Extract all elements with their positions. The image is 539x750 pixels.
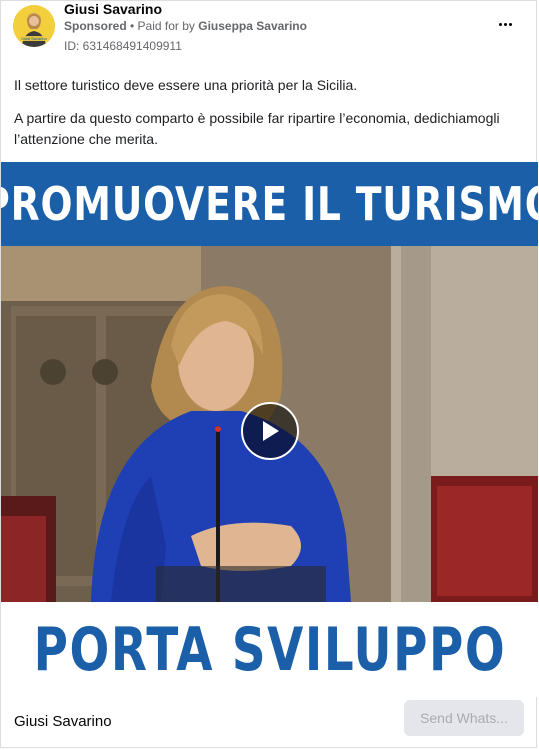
top-banner: PROMUOVERE IL TURISMO (1, 162, 538, 246)
sponsorship-line: Sponsored • Paid for by Giuseppa Savarin… (64, 19, 307, 33)
svg-text:Giusi Savarino: Giusi Savarino (21, 36, 48, 41)
avatar-image: Giusi Savarino (13, 5, 55, 47)
payer-name: Giuseppa Savarino (198, 19, 307, 33)
paid-for-by-label: Paid for by (137, 19, 199, 33)
advertiser-avatar[interactable]: Giusi Savarino (13, 5, 55, 47)
send-whatsapp-button[interactable]: Send Whats... (404, 700, 524, 736)
ad-header: Giusi Savarino Giusi Savarino Sponsored … (1, 1, 536, 61)
ad-id: ID: 631468491409911 (64, 39, 182, 53)
advertiser-name[interactable]: Giusi Savarino (64, 1, 162, 17)
ad-footer: Giusi Savarino Send Whats... (1, 697, 536, 749)
footer-page-name[interactable]: Giusi Savarino (14, 713, 112, 730)
sponsored-label: Sponsored (64, 19, 127, 33)
play-button[interactable] (241, 402, 299, 460)
ad-body-text: Il settore turistico deve essere una pri… (14, 75, 524, 162)
ad-card: Giusi Savarino Giusi Savarino Sponsored … (0, 0, 538, 749)
bottom-banner: PORTA SVILUPPO (1, 602, 538, 697)
body-paragraph: Il settore turistico deve essere una pri… (14, 77, 358, 93)
top-banner-text: PROMUOVERE IL TURISMO (1, 177, 538, 231)
bottom-banner-text: PORTA SVILUPPO (33, 614, 506, 685)
meta-separator: • (126, 19, 138, 33)
ad-video[interactable]: PROMUOVERE IL TURISMO (1, 162, 538, 602)
body-paragraph: A partire da questo comparto è possibile… (14, 110, 500, 147)
play-icon (263, 421, 279, 441)
more-options-icon[interactable] (494, 15, 516, 33)
